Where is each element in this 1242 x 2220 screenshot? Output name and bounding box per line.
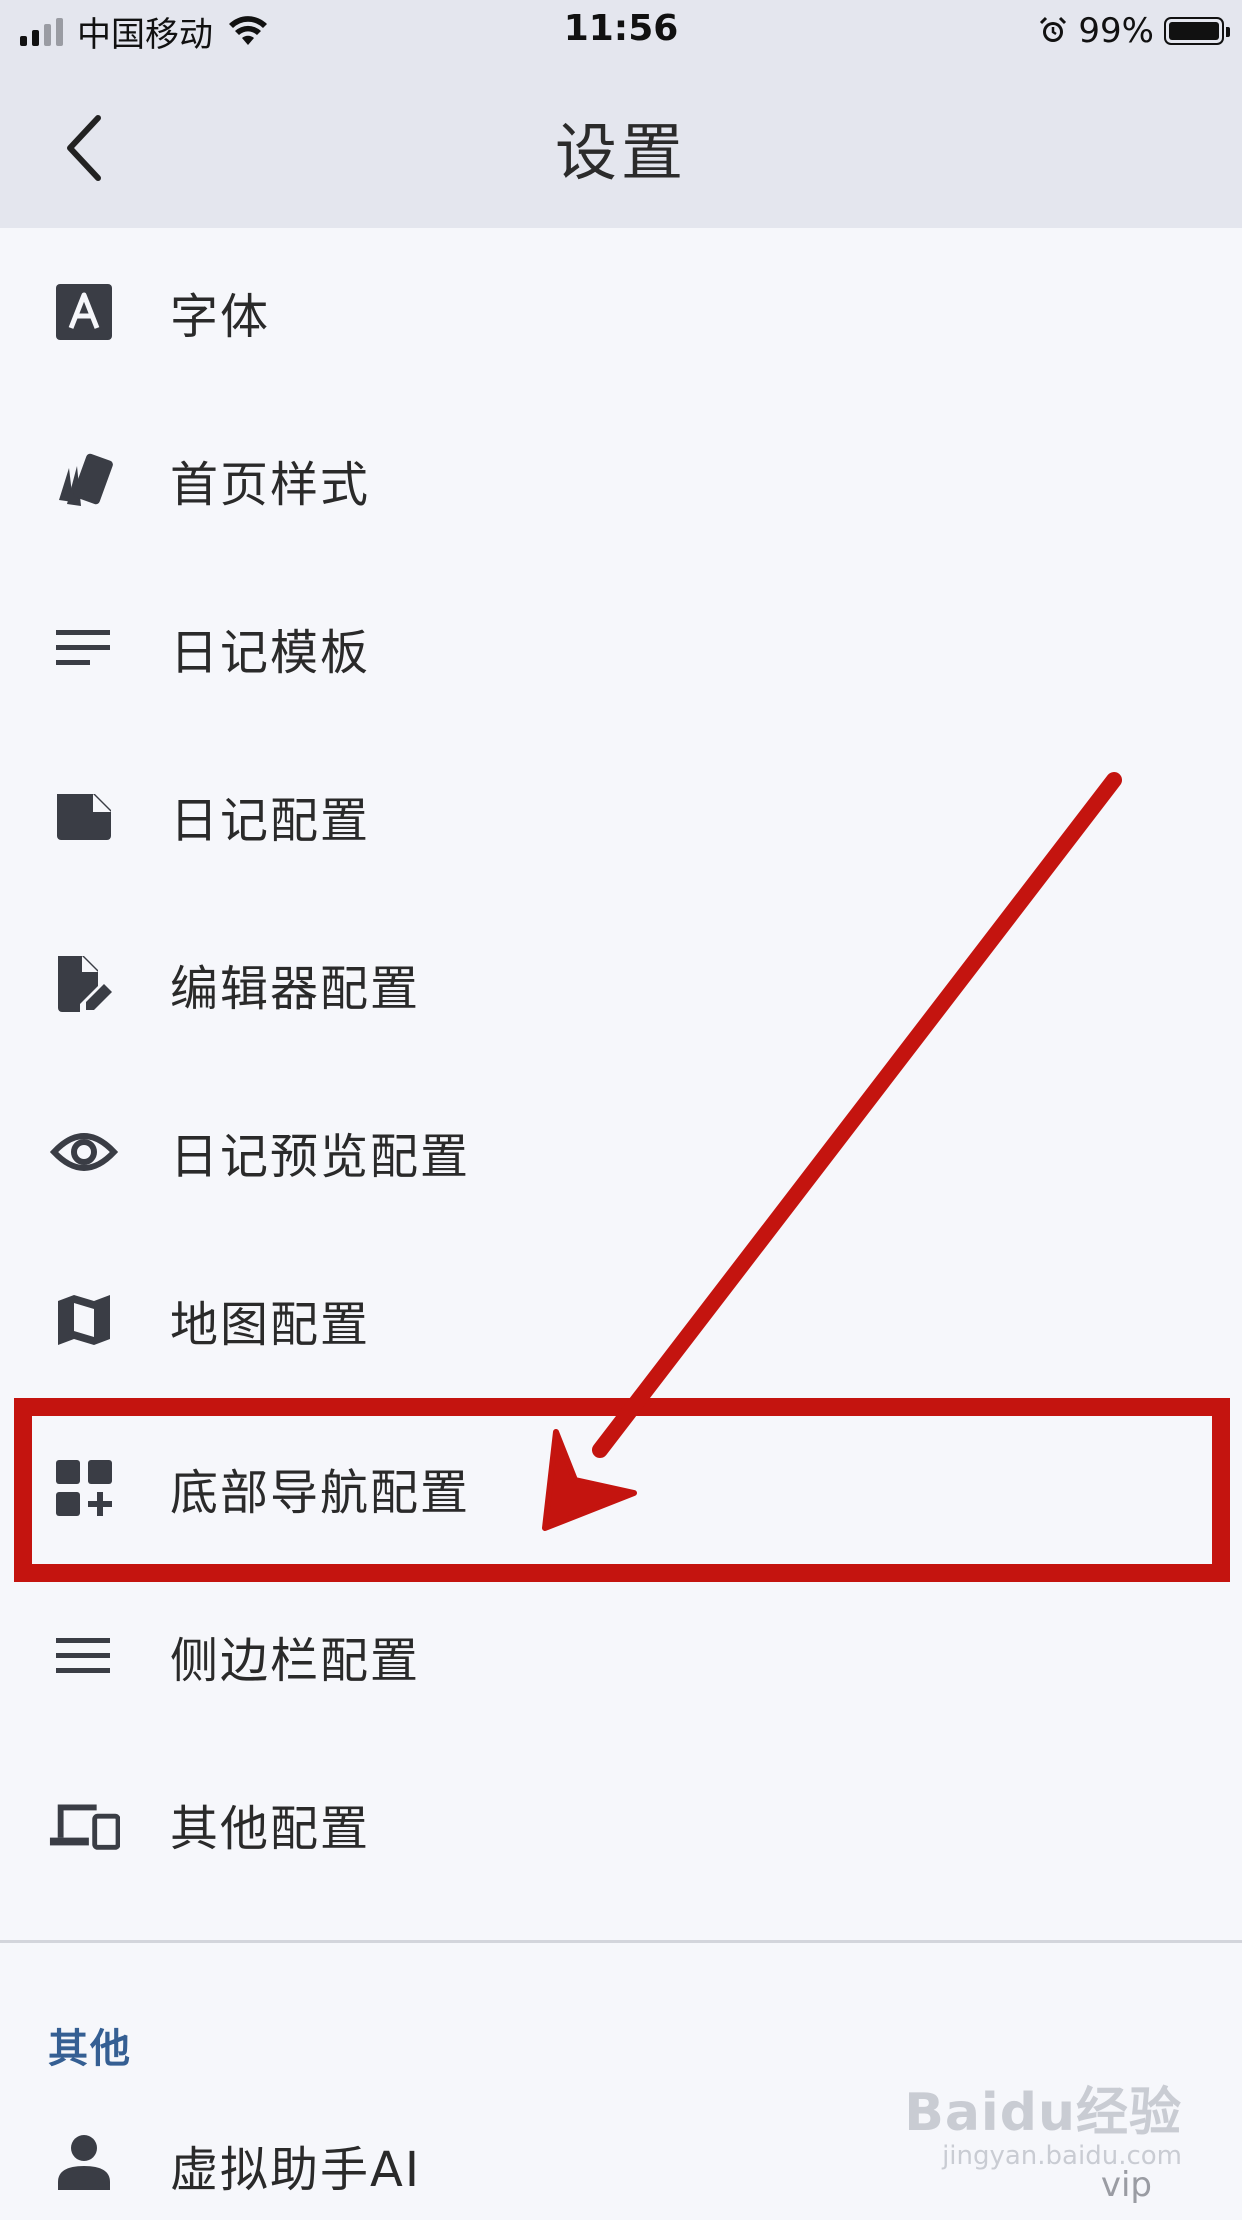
settings-item-editor-config[interactable]: 编辑器配置	[0, 900, 1242, 1068]
battery-icon	[1164, 17, 1230, 45]
status-right: 99%	[1038, 10, 1230, 52]
watermark-vip: vip	[1100, 2165, 1152, 2205]
battery-percent: 99%	[1078, 11, 1154, 51]
settings-item-label: 日记配置	[170, 793, 371, 849]
settings-item-diary-template[interactable]: 日记模板	[0, 564, 1242, 732]
settings-item-label: 日记模板	[170, 625, 371, 681]
note-icon	[48, 780, 120, 852]
settings-item-label: 字体	[170, 289, 271, 345]
status-bar: 中国移动 11:56 99%	[0, 0, 1242, 62]
edit-file-icon	[48, 948, 120, 1020]
settings-item-label: 编辑器配置	[170, 961, 421, 1017]
settings-item-home-style[interactable]: 首页样式	[0, 396, 1242, 564]
font-icon	[48, 276, 120, 348]
section-divider	[0, 1940, 1242, 1943]
menu-icon	[48, 1620, 120, 1692]
watermark: Baidu经验 jingyan.baidu.com vip	[904, 2070, 1182, 2205]
settings-item-map-config[interactable]: 地图配置	[0, 1236, 1242, 1404]
alarm-icon	[1040, 16, 1067, 42]
map-icon	[48, 1284, 120, 1356]
person-icon	[48, 2126, 120, 2198]
settings-item-label: 侧边栏配置	[170, 1633, 421, 1689]
settings-item-label: 日记预览配置	[170, 1129, 471, 1185]
settings-list: 字体 首页样式 日记模板 日记配置 编辑器配置 日记预览配置 地图配置 底部导航…	[0, 228, 1242, 1908]
settings-item-label: 首页样式	[170, 457, 371, 513]
watermark-logo: Baidu经验	[904, 2083, 1182, 2143]
template-icon	[48, 612, 120, 684]
style-icon	[48, 444, 120, 516]
settings-item-label: 其他配置	[170, 1801, 371, 1857]
settings-item-other-config[interactable]: 其他配置	[0, 1740, 1242, 1908]
settings-item-font[interactable]: 字体	[0, 228, 1242, 396]
settings-item-label: 虚拟助手AI	[170, 2142, 421, 2198]
settings-item-sidebar-config[interactable]: 侧边栏配置	[0, 1572, 1242, 1740]
devices-icon	[48, 1788, 120, 1860]
settings-item-diary-config[interactable]: 日记配置	[0, 732, 1242, 900]
highlight-box	[14, 1398, 1230, 1582]
settings-item-preview-config[interactable]: 日记预览配置	[0, 1068, 1242, 1236]
settings-item-label: 地图配置	[170, 1297, 371, 1353]
nav-bar: 设置	[0, 62, 1242, 228]
page-title: 设置	[554, 116, 687, 189]
eye-icon	[48, 1116, 120, 1188]
section-header-other: 其他	[48, 2026, 132, 2072]
